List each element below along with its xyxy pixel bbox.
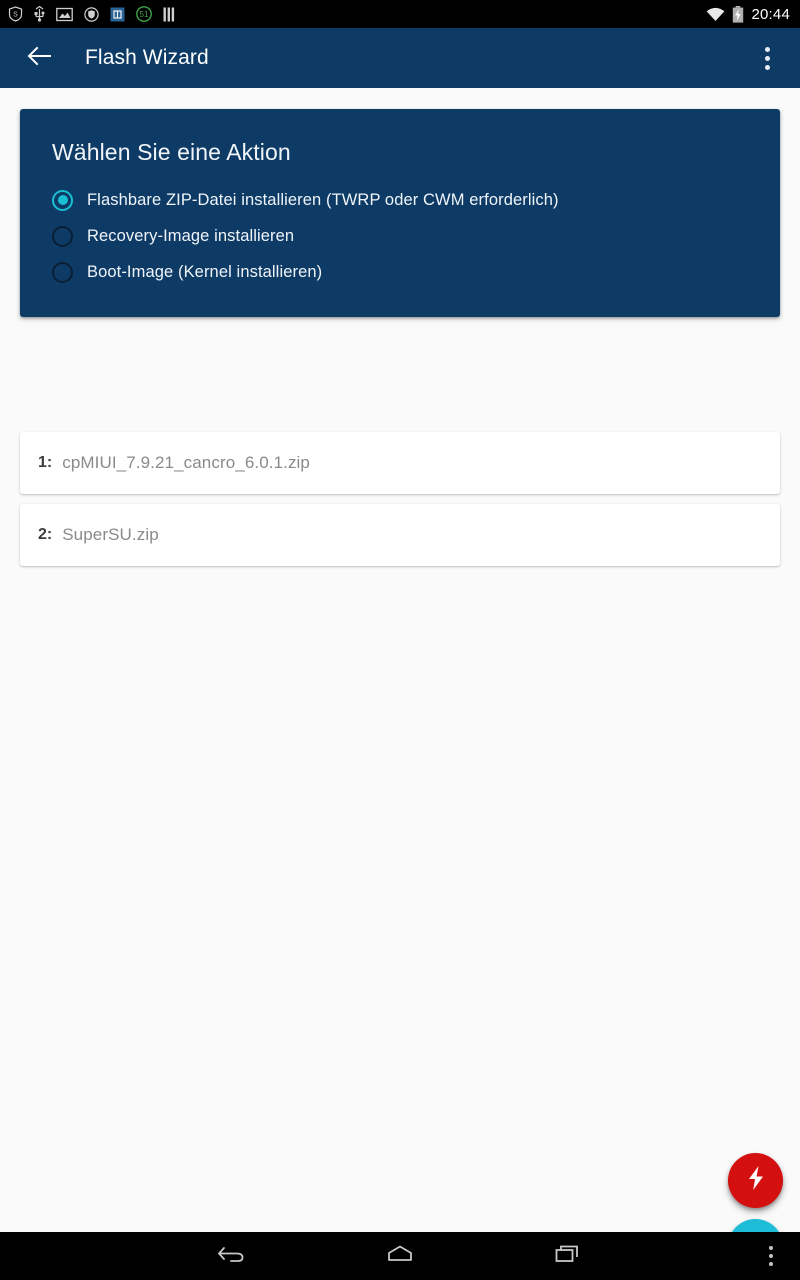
radio-button-selected-icon[interactable] bbox=[52, 189, 73, 211]
radio-option-boot-image[interactable]: Boot-Image (Kernel installieren) bbox=[20, 254, 780, 290]
list-item[interactable]: 1: cpMIUI_7.9.21_cancro_6.0.1.zip bbox=[20, 432, 780, 494]
file-index-label: 1: bbox=[38, 454, 53, 471]
battery-level-51-icon: 51 bbox=[136, 6, 152, 22]
overflow-menu-icon bbox=[764, 46, 770, 52]
nav-overflow-icon-dot2 bbox=[769, 1254, 773, 1258]
back-button[interactable] bbox=[22, 40, 58, 76]
app-badge-icon bbox=[110, 7, 125, 22]
file-index-label: 2: bbox=[38, 526, 53, 543]
status-bar: S 51 20:44 bbox=[0, 0, 800, 28]
status-bar-time: 20:44 bbox=[751, 5, 790, 23]
overflow-menu-icon-dot2 bbox=[764, 55, 770, 61]
add-fab-button[interactable] bbox=[728, 1219, 783, 1232]
system-navigation-bar bbox=[0, 1232, 800, 1280]
radio-option-flash-zip[interactable]: Flashbare ZIP-Datei installieren (TWRP o… bbox=[20, 182, 780, 218]
android-screen: S 51 20:44 Flash Wizard Wählen Sie eine … bbox=[0, 0, 800, 1280]
nav-button-group bbox=[0, 1236, 800, 1276]
back-arrow-icon bbox=[27, 45, 53, 72]
overflow-menu-button[interactable] bbox=[750, 38, 784, 78]
flash-fab-button[interactable] bbox=[728, 1153, 783, 1208]
nav-back-icon bbox=[217, 1242, 247, 1271]
action-card-title: Wählen Sie eine Aktion bbox=[52, 139, 291, 165]
nav-overflow-button[interactable] bbox=[758, 1237, 784, 1275]
action-selection-card: Wählen Sie eine Aktion Flashbare ZIP-Dat… bbox=[20, 109, 780, 317]
radio-option-label: Recovery-Image installieren bbox=[87, 226, 295, 245]
content-area: Wählen Sie eine Aktion Flashbare ZIP-Dat… bbox=[0, 88, 800, 1232]
status-bar-notification-icons: S 51 bbox=[8, 5, 175, 22]
svg-text:S: S bbox=[13, 12, 18, 19]
status-bar-system-icons: 20:44 bbox=[706, 5, 790, 23]
nav-back-button[interactable] bbox=[209, 1236, 255, 1276]
overflow-menu-icon-dot3 bbox=[764, 64, 770, 70]
usb-icon bbox=[34, 5, 45, 22]
radio-option-recovery-image[interactable]: Recovery-Image installieren bbox=[20, 218, 780, 254]
nav-home-icon bbox=[385, 1242, 415, 1271]
file-queue-list: 1: cpMIUI_7.9.21_cancro_6.0.1.zip 2: Sup… bbox=[20, 432, 780, 576]
radio-button-unselected-icon[interactable] bbox=[52, 261, 73, 283]
list-item[interactable]: 2: SuperSU.zip bbox=[20, 504, 780, 566]
radio-option-label: Flashbare ZIP-Datei installieren (TWRP o… bbox=[87, 190, 559, 209]
equalizer-bars-icon bbox=[163, 7, 175, 22]
svg-text:51: 51 bbox=[140, 10, 149, 19]
nav-recents-icon bbox=[554, 1242, 582, 1271]
app-bar: Flash Wizard bbox=[0, 28, 800, 88]
nav-overflow-icon bbox=[769, 1246, 773, 1250]
file-name-label: SuperSU.zip bbox=[62, 525, 159, 544]
page-title: Flash Wizard bbox=[85, 46, 209, 69]
security-shield-icon: S bbox=[8, 6, 23, 22]
screenshot-icon bbox=[56, 7, 73, 22]
battery-charging-icon bbox=[732, 5, 744, 23]
file-name-label: cpMIUI_7.9.21_cancro_6.0.1.zip bbox=[62, 453, 310, 472]
wifi-icon bbox=[706, 7, 725, 22]
radio-option-label: Boot-Image (Kernel installieren) bbox=[87, 262, 323, 281]
radio-button-unselected-icon[interactable] bbox=[52, 225, 73, 247]
nav-recents-button[interactable] bbox=[545, 1236, 591, 1276]
nav-overflow-icon-dot3 bbox=[769, 1262, 773, 1266]
nav-home-button[interactable] bbox=[377, 1236, 423, 1276]
lightning-bolt-icon bbox=[745, 1165, 767, 1196]
action-radio-group: Flashbare ZIP-Datei installieren (TWRP o… bbox=[20, 182, 780, 290]
vpn-shield-icon bbox=[84, 6, 99, 22]
